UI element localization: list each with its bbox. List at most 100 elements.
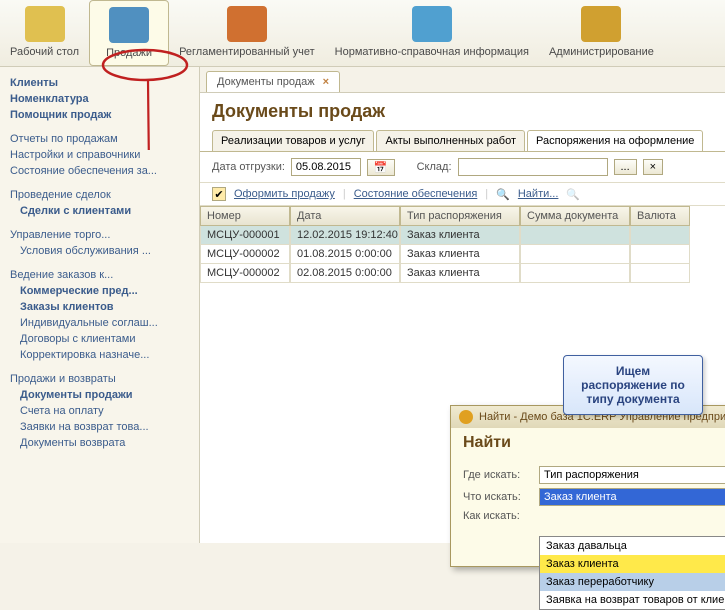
table-row[interactable]: МСЦУ-00000202.08.2015 0:00:00Заказ клиен… <box>200 264 725 283</box>
toolbar-label: Продажи <box>106 47 152 59</box>
cell: Заказ клиента <box>400 226 520 245</box>
sidebar-item[interactable]: Клиенты <box>0 75 199 91</box>
where-input[interactable] <box>539 466 725 484</box>
main-toolbar: Рабочий стол Продажи Регламентированный уч… <box>0 0 725 67</box>
column-header[interactable]: Тип распоряжения <box>400 206 520 226</box>
action-create-sale[interactable]: Оформить продажу <box>234 188 335 200</box>
cell: МСЦУ-000002 <box>200 245 290 264</box>
toolbar-icon <box>581 6 621 42</box>
content: Документы продаж × Документы продаж Реал… <box>200 67 725 543</box>
sidebar-item[interactable]: Условия обслуживания ... <box>0 243 199 259</box>
date-input[interactable] <box>291 158 361 176</box>
sidebar-item[interactable]: Корректировка назначе... <box>0 347 199 363</box>
dropdown-item[interactable]: Заказ давальца <box>540 537 725 555</box>
toolbar-label: Рабочий стол <box>10 46 79 58</box>
toolbar-icon <box>25 6 65 42</box>
cell: 12.02.2015 19:12:40 <box>290 226 400 245</box>
cell: Заказ клиента <box>400 245 520 264</box>
toolbar-Рабочий[interactable]: Рабочий стол <box>0 0 89 66</box>
column-header[interactable]: Дата <box>290 206 400 226</box>
how-label: Как искать: <box>463 510 535 522</box>
where-label: Где искать: <box>463 469 535 481</box>
toolbar-icon <box>227 6 267 42</box>
sidebar-item[interactable]: Сделки с клиентами <box>0 203 199 219</box>
table-row[interactable]: МСЦУ-00000201.08.2015 0:00:00Заказ клиен… <box>200 245 725 264</box>
app-icon <box>459 410 473 424</box>
what-input[interactable]: Заказ клиента <box>539 488 725 506</box>
cell: Заказ клиента <box>400 264 520 283</box>
cell <box>630 264 690 283</box>
sidebar-item[interactable]: Счета на оплату <box>0 403 199 419</box>
tab-documents[interactable]: Документы продаж × <box>206 71 340 92</box>
column-header[interactable]: Валюта <box>630 206 690 226</box>
dialog-heading: Найти <box>451 428 725 458</box>
table-row[interactable]: МСЦУ-00000112.02.2015 19:12:40Заказ клие… <box>200 226 725 245</box>
data-grid: НомерДатаТип распоряженияСумма документа… <box>200 206 725 283</box>
page-title: Документы продаж <box>200 93 725 130</box>
sidebar-item[interactable]: Состояние обеспечения за... <box>0 163 199 179</box>
column-header[interactable]: Сумма документа <box>520 206 630 226</box>
checkbox[interactable]: ✔ <box>212 187 226 201</box>
toolbar-icon <box>412 6 452 42</box>
cell: МСЦУ-000001 <box>200 226 290 245</box>
sidebar-item[interactable]: Заявки на возврат това... <box>0 419 199 435</box>
cell <box>520 245 630 264</box>
toolbar-label: Администрирование <box>549 46 654 58</box>
sub-tabs: Реализации товаров и услугАкты выполненн… <box>200 130 725 151</box>
what-label: Что искать: <box>463 491 535 503</box>
calendar-icon[interactable]: 📅 <box>367 159 395 176</box>
warehouse-clear-button[interactable]: × <box>643 159 663 175</box>
dropdown-item[interactable]: Заказ переработчику <box>540 573 725 591</box>
warehouse-input[interactable] <box>458 158 608 176</box>
annotation-tooltip: Ищем распоряжение по типу документа <box>563 355 703 415</box>
search-icon: 🔍 <box>496 188 510 201</box>
sidebar-item[interactable]: Индивидуальные соглаш... <box>0 315 199 331</box>
sidebar-item[interactable]: Ведение заказов к... <box>0 267 199 283</box>
clear-search-icon[interactable]: 🔍 <box>566 188 580 201</box>
toolbar-label: Регламентированный учет <box>179 46 315 58</box>
cell: 02.08.2015 0:00:00 <box>290 264 400 283</box>
sidebar-item[interactable]: Заказы клиентов <box>0 299 199 315</box>
cell <box>520 264 630 283</box>
cell: МСЦУ-000002 <box>200 264 290 283</box>
filter-bar: Дата отгрузки: 📅 Склад: ... × <box>200 151 725 183</box>
sidebar-item[interactable]: Проведение сделок <box>0 187 199 203</box>
sub-tab[interactable]: Акты выполненных работ <box>376 130 525 151</box>
toolbar-icon <box>109 7 149 43</box>
document-tabs: Документы продаж × <box>200 67 725 93</box>
sidebar-item[interactable]: Документы продажи <box>0 387 199 403</box>
action-supply-state[interactable]: Состояние обеспечения <box>354 188 478 200</box>
sidebar-item[interactable]: Коммерческие пред... <box>0 283 199 299</box>
column-header[interactable]: Номер <box>200 206 290 226</box>
dropdown-item[interactable]: Заказ клиента <box>540 555 725 573</box>
find-button[interactable]: Найти... <box>518 188 559 200</box>
warehouse-label: Склад: <box>417 161 452 173</box>
sidebar-item[interactable]: Отчеты по продажам <box>0 131 199 147</box>
tab-label: Документы продаж <box>217 76 315 88</box>
warehouse-picker-button[interactable]: ... <box>614 159 637 175</box>
toolbar-Продажи[interactable]: Продажи <box>89 0 169 66</box>
sidebar-item[interactable]: Управление торго... <box>0 227 199 243</box>
cell <box>630 245 690 264</box>
what-dropdown: Заказ давальцаЗаказ клиентаЗаказ перераб… <box>539 536 725 610</box>
find-dialog: Найти - Демо база 1C:ERP Управление пред… <box>450 405 725 567</box>
cell <box>520 226 630 245</box>
sidebar-item[interactable]: Документы возврата <box>0 435 199 451</box>
sub-tab[interactable]: Реализации товаров и услуг <box>212 130 374 151</box>
sidebar-item[interactable]: Договоры с клиентами <box>0 331 199 347</box>
date-label: Дата отгрузки: <box>212 161 285 173</box>
cell: 01.08.2015 0:00:00 <box>290 245 400 264</box>
action-bar: ✔ Оформить продажу | Состояние обеспечен… <box>200 183 725 206</box>
sidebar-item[interactable]: Номенклатура <box>0 91 199 107</box>
dropdown-item[interactable]: Заявка на возврат товаров от клиента <box>540 591 725 609</box>
cell <box>630 226 690 245</box>
sub-tab[interactable]: Распоряжения на оформление <box>527 130 703 151</box>
toolbar-Администрирование[interactable]: Администрирование <box>539 0 664 66</box>
sidebar-item[interactable]: Продажи и возвраты <box>0 371 199 387</box>
toolbar-Регламентированный[interactable]: Регламентированный учет <box>169 0 325 66</box>
sidebar-item[interactable]: Настройки и справочники <box>0 147 199 163</box>
toolbar-label: Нормативно-справочная информация <box>335 46 529 58</box>
sidebar-item[interactable]: Помощник продаж <box>0 107 199 123</box>
toolbar-Нормативно-справочная[interactable]: Нормативно-справочная информация <box>325 0 539 66</box>
close-icon[interactable]: × <box>323 76 329 88</box>
